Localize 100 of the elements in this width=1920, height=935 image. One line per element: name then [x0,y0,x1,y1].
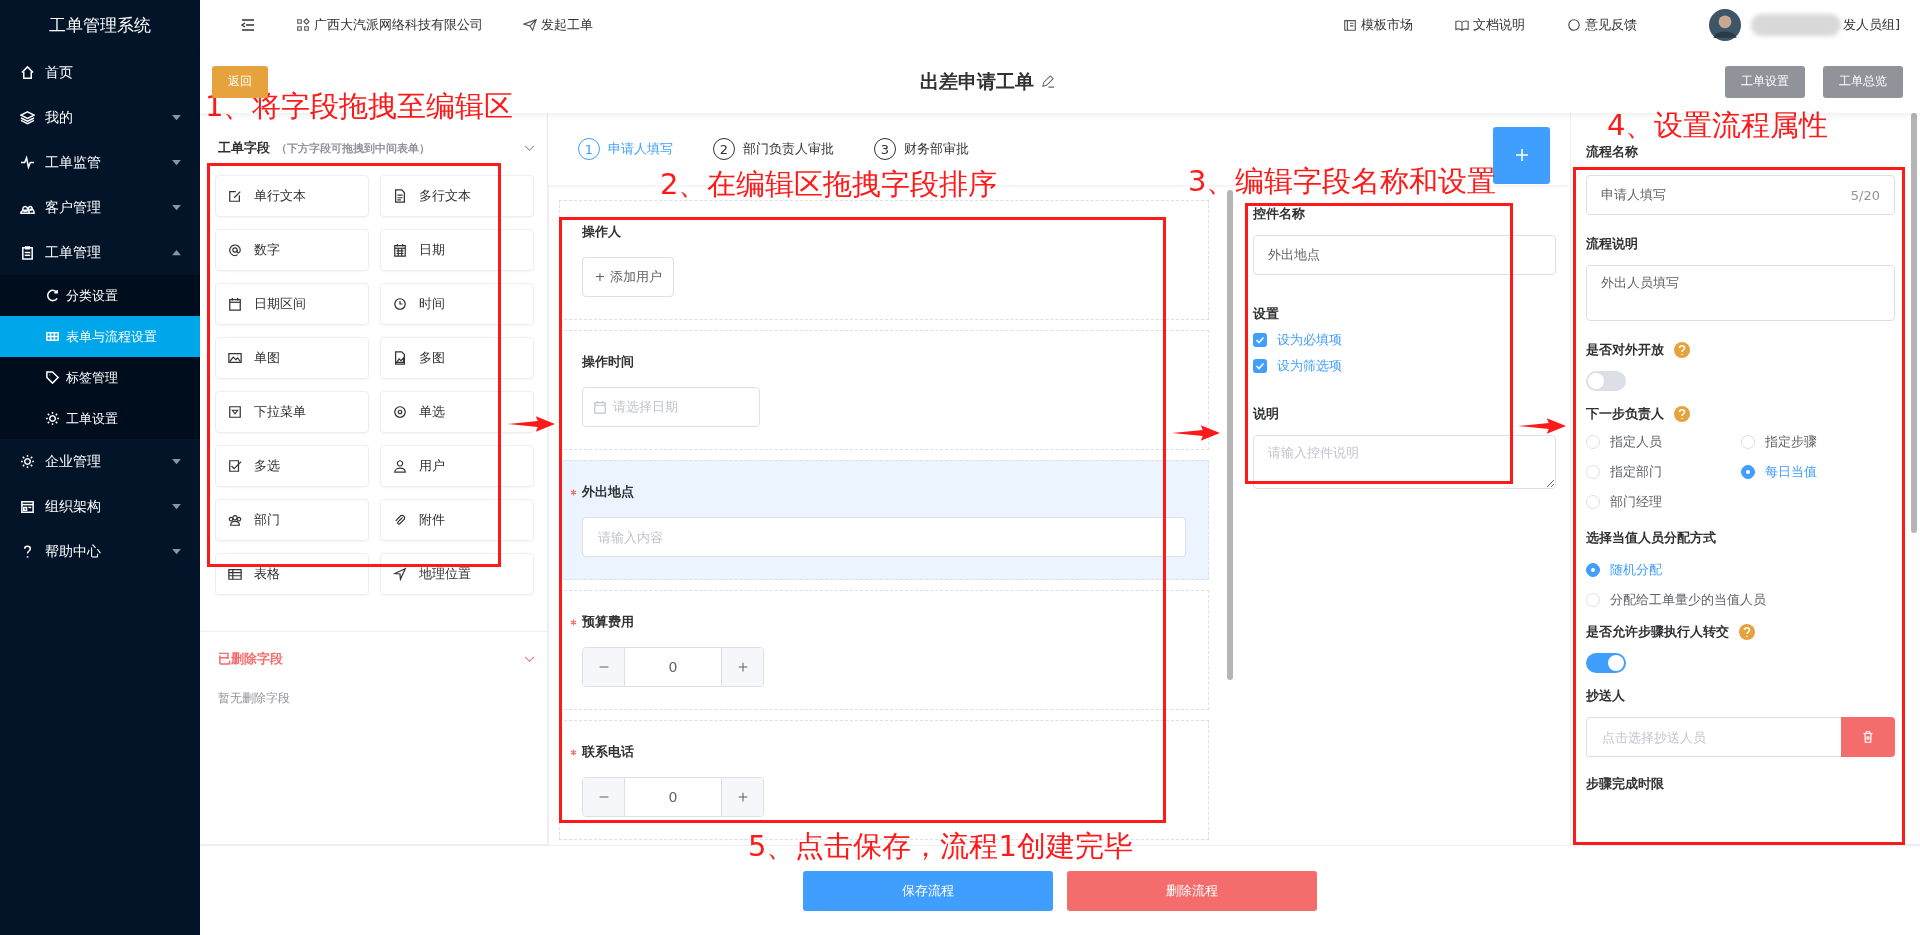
gear-icon [45,411,60,426]
checkbox[interactable] [1253,333,1267,347]
caret-icon [171,249,182,256]
field-card[interactable]: 表格 [215,553,369,595]
description-field[interactable]: 请输入控件说明 [1253,435,1556,489]
radio-option[interactable]: 分配给工单量少的当值人员 [1586,591,1895,609]
field-label: 下一步负责人 [1586,405,1664,423]
chevron-down-icon[interactable] [524,655,535,663]
document-icon [393,189,407,203]
radio-option[interactable]: 指定人员 [1586,433,1741,451]
field-card[interactable]: 日期区间 [215,283,369,325]
field-label: 设置 [1253,305,1280,323]
section-title: 已删除字段 [218,650,283,668]
help-icon[interactable] [1674,342,1690,358]
refresh-icon [45,288,60,303]
plus-icon [1513,147,1530,163]
sidebar-item[interactable]: 首页 [0,50,200,95]
sidebar-item[interactable]: 工单管理 [0,230,200,275]
field-label: 说明 [1253,405,1280,423]
home-icon [20,65,35,80]
panel-title: 工单字段 [218,139,270,157]
header-link[interactable]: 模板市场 [1342,16,1413,34]
sidebar-subitem[interactable]: 分类设置 [0,275,200,316]
sidebar-item[interactable]: 组织架构 [0,484,200,529]
field-card[interactable]: 日期 [380,229,534,271]
field-card[interactable]: 数字 [215,229,369,271]
radio-option[interactable]: 指定部门 [1586,463,1741,481]
field-card[interactable]: 单行文本 [215,175,369,217]
sidebar-subitem[interactable]: 工单设置 [0,398,200,439]
scrollbar[interactable] [1911,113,1917,533]
step-tab[interactable]: 3 财务部审批 [874,138,969,160]
field-card[interactable]: 下拉菜单 [215,391,369,433]
flow-name-field[interactable]: 申请人填写 5/20 [1586,175,1895,215]
location-arrow-icon [393,567,407,581]
trash-icon [1861,730,1875,744]
clipboard-icon [20,245,35,260]
radio-button[interactable] [1741,465,1755,479]
add-user-button[interactable]: + 添加用户 [582,257,674,297]
help-icon[interactable] [1674,406,1690,422]
empty-message: 暂无删除字段 [218,690,291,707]
name-field[interactable]: 外出地点 [1253,235,1556,275]
field-card[interactable]: 多图 [380,337,534,379]
caret-icon [171,114,182,121]
sidebar-subitem[interactable]: 标签管理 [0,357,200,398]
sidebar-item[interactable]: 帮助中心 [0,529,200,574]
company-link[interactable]: 广西大汽派网络科技有限公司 [296,16,483,34]
form-item[interactable]: 操作人 + 添加用户 [559,200,1209,320]
edit-icon [228,189,242,203]
add-step-button[interactable] [1493,126,1550,184]
pencil-icon[interactable] [1040,74,1055,89]
chat-bubble-icon [1566,18,1581,32]
sidebar-item[interactable]: 企业管理 [0,439,200,484]
field-card[interactable]: 部门 [215,499,369,541]
sidebar-item[interactable]: 客户管理 [0,185,200,230]
paper-plane-icon [523,18,537,32]
field-card[interactable]: 单选 [380,391,534,433]
radio-option[interactable]: 部门经理 [1586,493,1741,511]
toggle-switch[interactable] [1586,371,1626,391]
help-icon[interactable] [1739,624,1755,640]
cc-field[interactable]: 点击选择抄送人员 [1586,717,1841,757]
character-counter: 5/20 [1850,187,1880,203]
apps-icon [296,18,310,32]
step-tab[interactable]: 2 部门负责人审批 [713,138,834,160]
paperclip-icon [393,513,407,527]
user-group: 发人员组] [1842,16,1900,34]
sidebar-item[interactable]: 工单监管 [0,140,200,185]
field-label: 步骤完成时限 [1586,775,1665,793]
new-ticket-link[interactable]: 发起工单 [523,16,593,34]
field-label: 是否允许步骤执行人转交 [1586,623,1729,641]
radio-button[interactable] [1586,563,1600,577]
field-card[interactable]: 多行文本 [380,175,534,217]
form-item[interactable]: 外出地点 请输入内容 [559,460,1209,580]
text-field[interactable]: 请输入内容 [582,517,1186,557]
header-link[interactable]: 意见反馈 [1566,16,1637,34]
radio-icon [393,405,407,419]
field-card[interactable]: 单图 [215,337,369,379]
field-label: 外出地点 [582,483,634,501]
toggle-switch[interactable] [1586,653,1626,673]
field-card[interactable]: 用户 [380,445,534,487]
field-card[interactable]: 多选 [215,445,369,487]
scrollbar[interactable] [1227,190,1233,680]
checkbox-icon [228,459,242,473]
sidebar-item[interactable]: 我的 [0,95,200,140]
table-icon [228,567,242,581]
header-link[interactable]: 文档说明 [1454,16,1525,34]
field-card[interactable]: 时间 [380,283,534,325]
calendar-icon [228,297,242,311]
calendar-icon [393,243,407,257]
delete-button[interactable] [1841,717,1895,757]
flow-description-field[interactable]: 外出人员填写 [1586,265,1895,321]
layers-icon [20,110,35,125]
chevron-down-icon[interactable] [524,144,535,152]
annotation-text: 3、编辑字段名称和设置 [1188,167,1497,196]
radio-option[interactable]: 指定步骤 [1741,433,1896,451]
field-card[interactable]: 附件 [380,499,534,541]
checkbox[interactable] [1253,359,1267,373]
calendar-icon [593,400,607,414]
avatar[interactable] [1708,9,1741,41]
menu-icon[interactable] [240,17,256,33]
field-card[interactable]: 地理位置 [380,553,534,595]
